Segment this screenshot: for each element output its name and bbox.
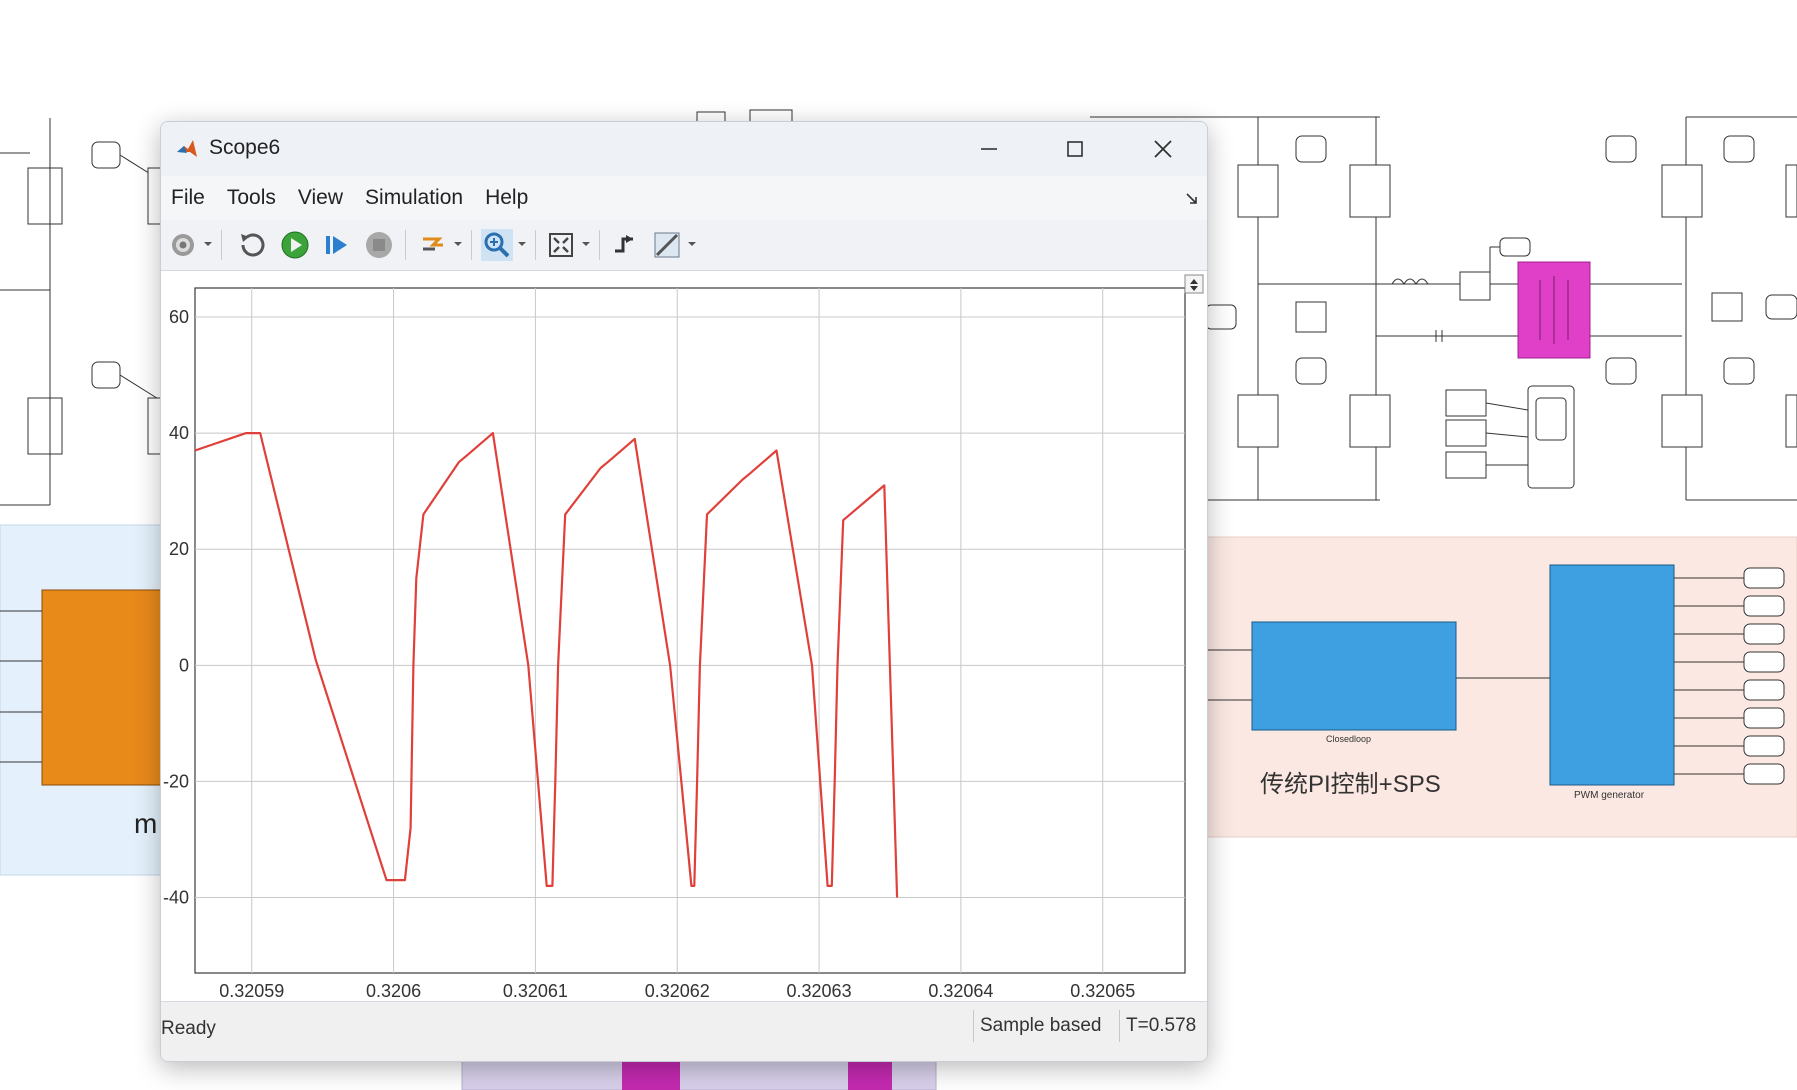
pwm-generator-block[interactable] <box>1549 564 1675 786</box>
minimize-button[interactable] <box>947 122 1031 176</box>
zoom-dropdown-icon[interactable] <box>517 239 527 249</box>
highlight-simulink-icon[interactable] <box>417 229 449 261</box>
plot-area[interactable]: 0.32059 0.3206 0.32061 0.32062 0.32063 0.3206… <box>161 271 1207 1001</box>
restore-icon[interactable] <box>237 229 269 261</box>
pi-control-label: 传统PI控制+SPS <box>1260 771 1441 798</box>
scope-window[interactable]: Scope6 File Tools View Simulation Help 0… <box>160 121 1208 1062</box>
close-icon <box>1154 140 1172 158</box>
status-text: Ready <box>161 1018 216 1039</box>
cursor-measurements-icon[interactable] <box>651 229 683 261</box>
stop-icon[interactable] <box>363 229 395 261</box>
y-tick-label: 40 <box>169 423 189 443</box>
orange-controller-block[interactable] <box>41 589 163 786</box>
left-mosfet-group <box>0 118 163 506</box>
x-tick-label: 0.32063 <box>787 981 852 1001</box>
axes-toggle-button[interactable] <box>1184 274 1204 294</box>
close-button[interactable] <box>1121 122 1205 176</box>
undock-arrow-icon[interactable] <box>1183 190 1201 208</box>
title-bar[interactable]: Scope6 <box>161 122 1207 176</box>
zoom-in-icon[interactable] <box>481 229 513 261</box>
triggers-icon[interactable] <box>609 229 641 261</box>
x-tick-label: 0.32062 <box>645 981 710 1001</box>
y-tick-label: -20 <box>163 771 189 791</box>
menu-help[interactable]: Help <box>474 186 539 210</box>
status-bar: Ready Sample based T=0.578 <box>161 1001 1207 1061</box>
menu-tools[interactable]: Tools <box>216 186 287 210</box>
matlab-logo-icon <box>177 140 197 157</box>
scope-plot[interactable]: 0.32059 0.3206 0.32061 0.32062 0.32063 0.3206… <box>161 271 1207 1001</box>
closedloop-block[interactable] <box>1251 621 1457 731</box>
measurements-dropdown-icon[interactable] <box>687 239 697 249</box>
y-tick-label: 0 <box>179 655 189 675</box>
menu-view[interactable]: View <box>287 186 354 210</box>
run-icon[interactable] <box>279 229 311 261</box>
minimize-icon <box>981 148 997 150</box>
menu-bar: File Tools View Simulation Help <box>161 176 1207 220</box>
step-forward-icon[interactable] <box>321 229 353 261</box>
toolbar <box>161 220 1207 271</box>
window-title: Scope6 <box>209 136 281 159</box>
x-tick-label: 0.32065 <box>1070 981 1135 1001</box>
sample-mode-field: Sample based <box>973 1010 1101 1042</box>
highlight-dropdown-icon[interactable] <box>453 239 463 249</box>
simulation-time-field: T=0.578 <box>1119 1010 1196 1042</box>
right-power-circuit <box>1205 116 1797 501</box>
x-tick-label: 0.32061 <box>503 981 568 1001</box>
pwm-generator-label: PWM generator <box>1574 790 1645 801</box>
x-tick-label: 0.3206 <box>366 981 421 1001</box>
y-tick-label: 60 <box>169 307 189 327</box>
x-tick-label: 0.32059 <box>219 981 284 1001</box>
fit-to-view-icon[interactable] <box>545 229 577 261</box>
closedloop-label: Closedloop <box>1326 734 1371 744</box>
menu-file[interactable]: File <box>161 186 216 210</box>
fit-dropdown-icon[interactable] <box>581 239 591 249</box>
y-tick-label: -40 <box>163 888 189 908</box>
maximize-icon <box>1067 141 1083 157</box>
menu-simulation[interactable]: Simulation <box>354 186 474 210</box>
maximize-button[interactable] <box>1033 122 1117 176</box>
left-area-label: m <box>134 808 157 839</box>
settings-dropdown-icon[interactable] <box>203 239 213 249</box>
settings-icon[interactable] <box>167 229 199 261</box>
x-tick-label: 0.32064 <box>928 981 993 1001</box>
y-tick-label: 20 <box>169 539 189 559</box>
